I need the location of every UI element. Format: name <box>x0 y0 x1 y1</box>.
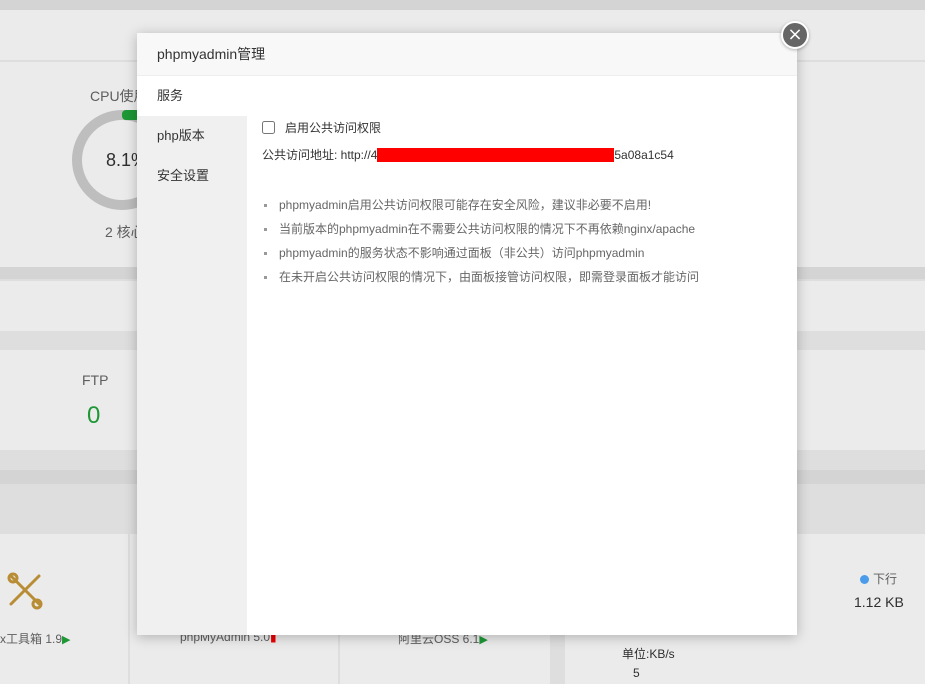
close-icon[interactable]: × <box>781 21 809 49</box>
tab-php-version[interactable]: php版本 <box>137 116 247 156</box>
tab-security-settings[interactable]: 安全设置 <box>137 156 247 196</box>
public-access-toggle[interactable]: 启用公共访问权限 <box>262 119 381 136</box>
note-item: 当前版本的phpmyadmin在不需要公共访问权限的情况下不再依赖nginx/a… <box>262 217 782 241</box>
notes-list: phpmyadmin启用公共访问权限可能存在安全风险，建议非必要不启用! 当前版… <box>262 193 782 289</box>
public-access-label[interactable]: 启用公共访问权限 <box>285 119 381 136</box>
modal-tabs: 服务 php版本 安全设置 <box>137 76 247 635</box>
phpmyadmin-modal: phpmyadmin管理 服务 php版本 安全设置 <box>137 33 797 635</box>
tab-service[interactable]: 服务 <box>137 76 247 116</box>
public-url-suffix: 5a08a1c54 <box>614 147 674 162</box>
redacted-url-segment <box>377 147 615 162</box>
modal-title: phpmyadmin管理 <box>137 33 797 76</box>
public-access-checkbox[interactable] <box>262 121 275 134</box>
note-item: 在未开启公共访问权限的情况下，由面板接管访问权限，即需登录面板才能访问 <box>262 265 782 289</box>
note-item: phpmyadmin启用公共访问权限可能存在安全风险，建议非必要不启用! <box>262 193 782 217</box>
public-url-prefix: 4 <box>370 147 378 162</box>
public-url-row: 公共访问地址: http://4 5a08a1c54 <box>262 146 674 163</box>
note-item: phpmyadmin的服务状态不影响通过面板（非公共）访问phpmyadmin <box>262 241 782 265</box>
public-url-label: 公共访问地址: http:// <box>262 148 371 162</box>
